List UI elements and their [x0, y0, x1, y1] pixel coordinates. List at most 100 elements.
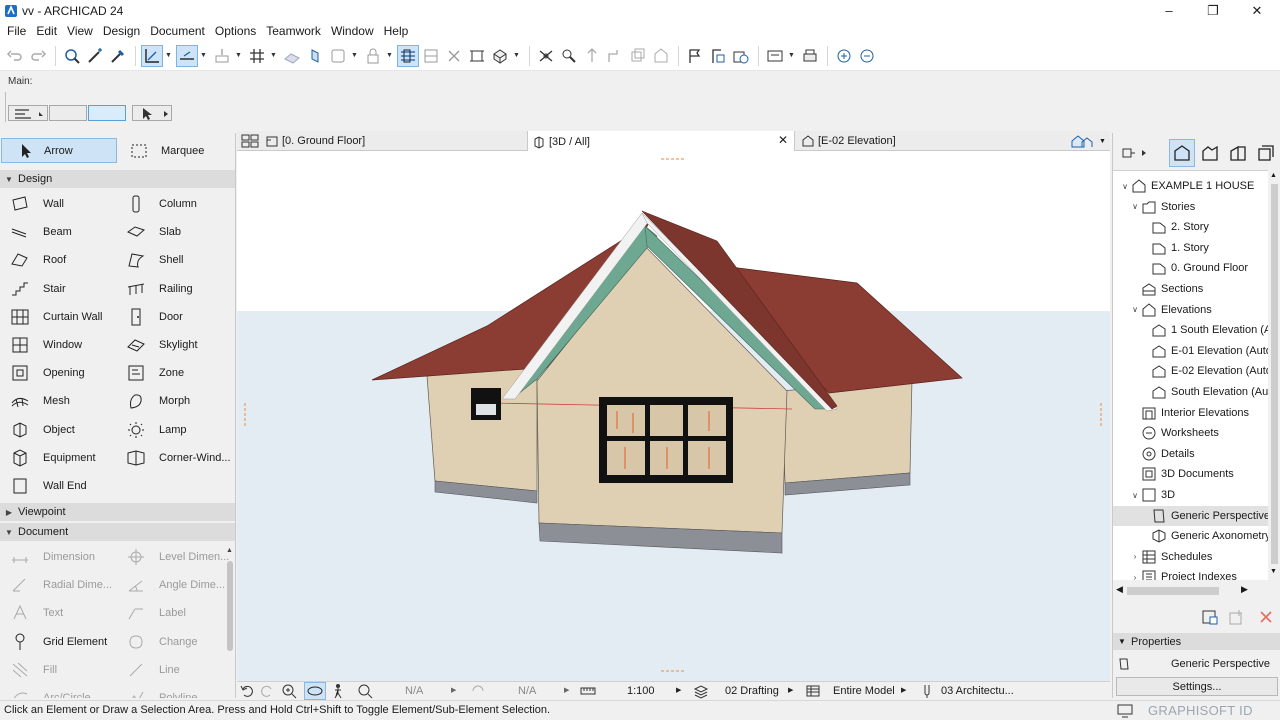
tool-equipment[interactable]: Equipment: [0, 445, 116, 471]
tool-beam[interactable]: Beam: [0, 219, 116, 245]
nav-node-example-1-house[interactable]: ∨ EXAMPLE 1 HOUSE: [1119, 176, 1268, 196]
elevate-button[interactable]: [581, 45, 603, 67]
nav-node-3d-documents[interactable]: 3D Documents: [1129, 464, 1268, 484]
navigator-horizontal-scrollbar[interactable]: ◀ ▶: [1113, 583, 1280, 599]
nav-node-1-story[interactable]: 1. Story: [1139, 238, 1268, 258]
grid-snap-caret[interactable]: ▼: [269, 45, 278, 67]
toolbox-scrollbar[interactable]: ▲: [226, 547, 233, 697]
nav-node-details[interactable]: Details: [1129, 444, 1268, 464]
3d-style-button[interactable]: [489, 45, 511, 67]
menu-view[interactable]: View: [62, 21, 98, 41]
nav-node-0-ground-floor[interactable]: 0. Ground Floor: [1139, 258, 1268, 278]
menu-options[interactable]: Options: [210, 21, 261, 41]
fillet-button[interactable]: [650, 45, 672, 67]
chevron-down-icon[interactable]: ∨: [1129, 202, 1141, 211]
nav-node-sections[interactable]: Sections: [1129, 279, 1268, 299]
tool-skylight[interactable]: Skylight: [116, 332, 232, 358]
tool-mesh[interactable]: Mesh: [0, 388, 116, 414]
tool-column[interactable]: Column: [116, 191, 232, 217]
tool-lamp[interactable]: Lamp: [116, 417, 232, 443]
lock-button[interactable]: [362, 45, 384, 67]
snap-guides-button[interactable]: [176, 44, 198, 67]
section-button[interactable]: [420, 45, 442, 67]
settings-button[interactable]: Settings...: [1116, 677, 1278, 696]
info-box-selected-control[interactable]: [88, 105, 126, 121]
menu-help[interactable]: Help: [379, 21, 414, 41]
nav-node-stories[interactable]: ∨ Stories: [1129, 197, 1268, 217]
tool-window[interactable]: Window: [0, 332, 116, 358]
scroll-right-icon[interactable]: ▶: [1241, 584, 1248, 595]
close-button[interactable]: ✕: [1234, 0, 1280, 21]
split-button[interactable]: [535, 45, 557, 67]
tool-level-dimen[interactable]: Level Dimen...: [116, 544, 232, 570]
tab-overview-button[interactable]: [241, 133, 259, 152]
navigator-scroll-thumb[interactable]: [1271, 184, 1278, 564]
gravity-caret[interactable]: ▼: [234, 45, 243, 67]
document-section-header[interactable]: ▼ Document: [0, 523, 235, 541]
pen-set[interactable]: 03 Architectu...: [941, 682, 1014, 700]
intersect-button[interactable]: [604, 45, 626, 67]
3d-viewport[interactable]: [237, 151, 1110, 681]
3d-navigation-button[interactable]: [397, 44, 419, 67]
trace-button[interactable]: [327, 45, 349, 67]
tool-arc-circle[interactable]: Arc/Circle: [0, 685, 116, 698]
toolbox-scroll-thumb[interactable]: [227, 561, 233, 651]
tool-door[interactable]: Door: [116, 304, 232, 330]
view-settings-icon[interactable]: [1201, 608, 1219, 626]
nav-node-3d[interactable]: ∨ 3D: [1129, 485, 1268, 505]
teamwork-send-button[interactable]: [833, 45, 855, 67]
walk-icon[interactable]: [330, 683, 346, 699]
layers-icon[interactable]: [693, 683, 709, 699]
magic-wand-button[interactable]: [84, 45, 106, 67]
nav-node-south-elevation-au[interactable]: South Elevation (Au: [1139, 382, 1268, 402]
menu-document[interactable]: Document: [145, 21, 210, 41]
3d-style-caret[interactable]: ▼: [512, 45, 521, 67]
tool-angle-dime[interactable]: Angle Dime...: [116, 572, 232, 598]
tool-wall[interactable]: Wall: [0, 191, 116, 217]
flag-button[interactable]: [684, 45, 706, 67]
menu-window[interactable]: Window: [326, 21, 379, 41]
snap-guides-caret[interactable]: ▼: [199, 45, 208, 67]
monitor-icon[interactable]: [1117, 704, 1133, 718]
tool-shell[interactable]: Shell: [116, 247, 232, 273]
tool-object[interactable]: Object: [0, 417, 116, 443]
print-button[interactable]: [799, 45, 821, 67]
navigator-vertical-scrollbar[interactable]: ▲ ▼: [1268, 170, 1280, 580]
tool-dimension[interactable]: Dimension: [0, 544, 116, 570]
offset-button[interactable]: [627, 45, 649, 67]
tool-fill[interactable]: Fill: [0, 657, 116, 683]
chevron-down-icon[interactable]: ∨: [1129, 305, 1141, 314]
nav-node-generic-perspective[interactable]: Generic Perspective: [1113, 505, 1268, 526]
tool-grid-element[interactable]: Grid Element: [0, 629, 116, 655]
tab-e02-elevation[interactable]: [E-02 Elevation]: [797, 131, 1062, 151]
tool-line[interactable]: Line: [116, 657, 232, 683]
3d-cutting-button[interactable]: [466, 45, 488, 67]
chevron-down-icon[interactable]: ∨: [1129, 491, 1141, 500]
tool-text[interactable]: Text: [0, 600, 116, 626]
undo-view-icon[interactable]: [239, 683, 255, 699]
zoom-caret-1[interactable]: ▶: [451, 682, 456, 700]
adjust-button[interactable]: [558, 45, 580, 67]
crosshair-button[interactable]: [443, 45, 465, 67]
area-button[interactable]: [707, 45, 729, 67]
tab-ground-floor[interactable]: [0. Ground Floor]: [261, 131, 525, 151]
layout-button[interactable]: [764, 45, 786, 67]
nav-node-worksheets[interactable]: Worksheets: [1129, 423, 1268, 443]
delete-icon[interactable]: [1257, 608, 1275, 626]
layout-book-button[interactable]: [1225, 139, 1251, 167]
guide-lines-button[interactable]: [141, 44, 163, 67]
zoom-icon[interactable]: [357, 683, 373, 699]
minimize-button[interactable]: –: [1146, 0, 1192, 21]
house-3d-model[interactable]: [237, 151, 1110, 681]
tab-close-icon[interactable]: ✕: [778, 133, 788, 147]
nav-node-e-02-elevation-auto[interactable]: E-02 Elevation (Auto: [1139, 361, 1268, 381]
teamwork-receive-button[interactable]: [856, 45, 878, 67]
zoom-value-2[interactable]: N/A: [518, 682, 536, 700]
layer-combination[interactable]: 02 Drafting: [725, 682, 779, 700]
redo-button[interactable]: [27, 45, 49, 67]
tool-radial-dime[interactable]: Radial Dime...: [0, 572, 116, 598]
nav-node-e-01-elevation-auto[interactable]: E-01 Elevation (Auto: [1139, 341, 1268, 361]
lock-caret[interactable]: ▼: [385, 45, 394, 67]
navigator-mode-button[interactable]: [1117, 139, 1153, 167]
publisher-sets-button[interactable]: [1253, 139, 1279, 167]
